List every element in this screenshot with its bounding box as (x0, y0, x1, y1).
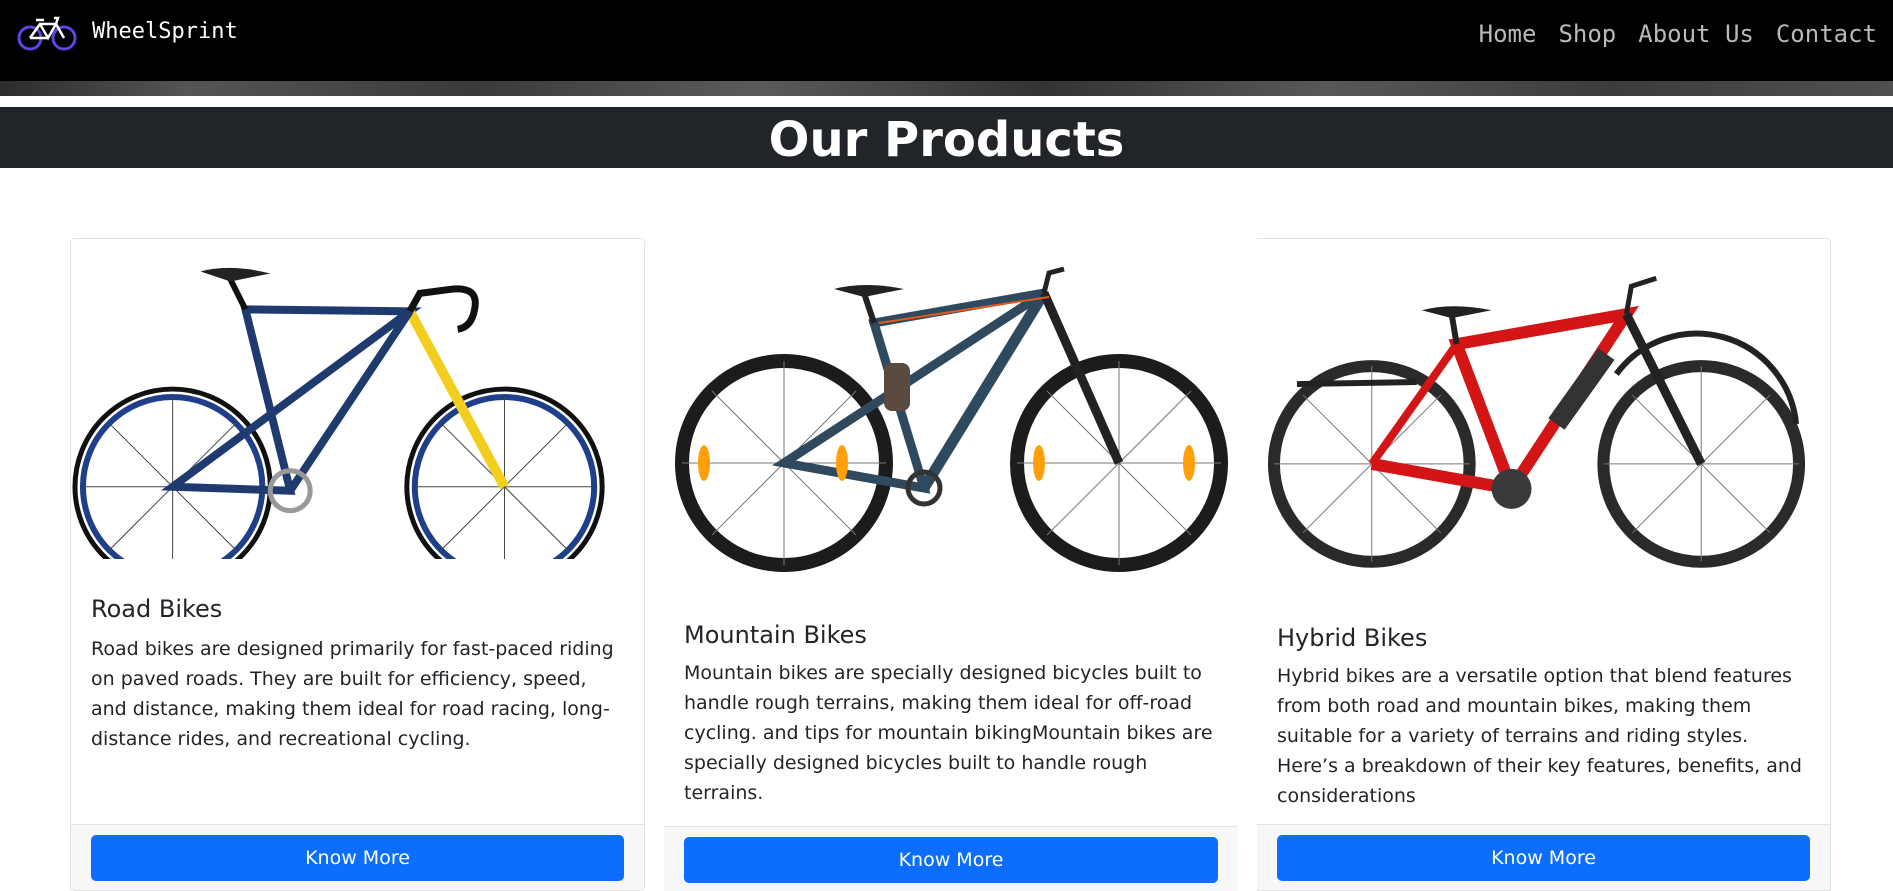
nav-link-home[interactable]: Home (1479, 16, 1537, 52)
product-card-mountain-bikes: Mountain Bikes Mountain bikes are specia… (664, 238, 1238, 891)
product-image-hybrid-bike (1257, 264, 1830, 574)
brand-name: WheelSprint (92, 19, 238, 44)
card-footer: Know More (1257, 824, 1830, 890)
product-card-hybrid-bikes: Hybrid Bikes Hybrid bikes are a versatil… (1257, 238, 1831, 891)
section-title: Our Products (768, 112, 1125, 168)
product-description: Road bikes are designed primarily for fa… (91, 638, 614, 750)
product-title: Hybrid Bikes (1277, 624, 1428, 652)
nav-menu: Home Shop About Us Contact (1479, 16, 1877, 52)
product-image-road-bike (71, 259, 644, 559)
hero-strip (0, 81, 1893, 96)
know-more-button[interactable]: Know More (684, 837, 1218, 883)
product-title: Road Bikes (91, 595, 223, 623)
product-description: Mountain bikes are specially designed bi… (684, 662, 1213, 804)
card-footer: Know More (664, 826, 1238, 891)
bike-icon (17, 16, 77, 51)
card-footer: Know More (71, 824, 644, 890)
nav-link-shop[interactable]: Shop (1558, 16, 1616, 52)
product-image-mountain-bike (664, 263, 1238, 573)
product-title: Mountain Bikes (684, 621, 867, 649)
brand[interactable]: WheelSprint (16, 12, 238, 52)
product-card-road-bikes: Road Bikes Road bikes are designed prima… (70, 238, 645, 891)
section-header: Our Products (0, 107, 1893, 168)
divider (0, 96, 1893, 107)
product-description: Hybrid bikes are a versatile option that… (1277, 665, 1802, 807)
nav-link-contact[interactable]: Contact (1776, 16, 1877, 52)
nav-link-about-us[interactable]: About Us (1638, 16, 1754, 52)
navbar: WheelSprint Home Shop About Us Contact (0, 0, 1893, 81)
know-more-button[interactable]: Know More (91, 835, 624, 881)
know-more-button[interactable]: Know More (1277, 835, 1810, 881)
